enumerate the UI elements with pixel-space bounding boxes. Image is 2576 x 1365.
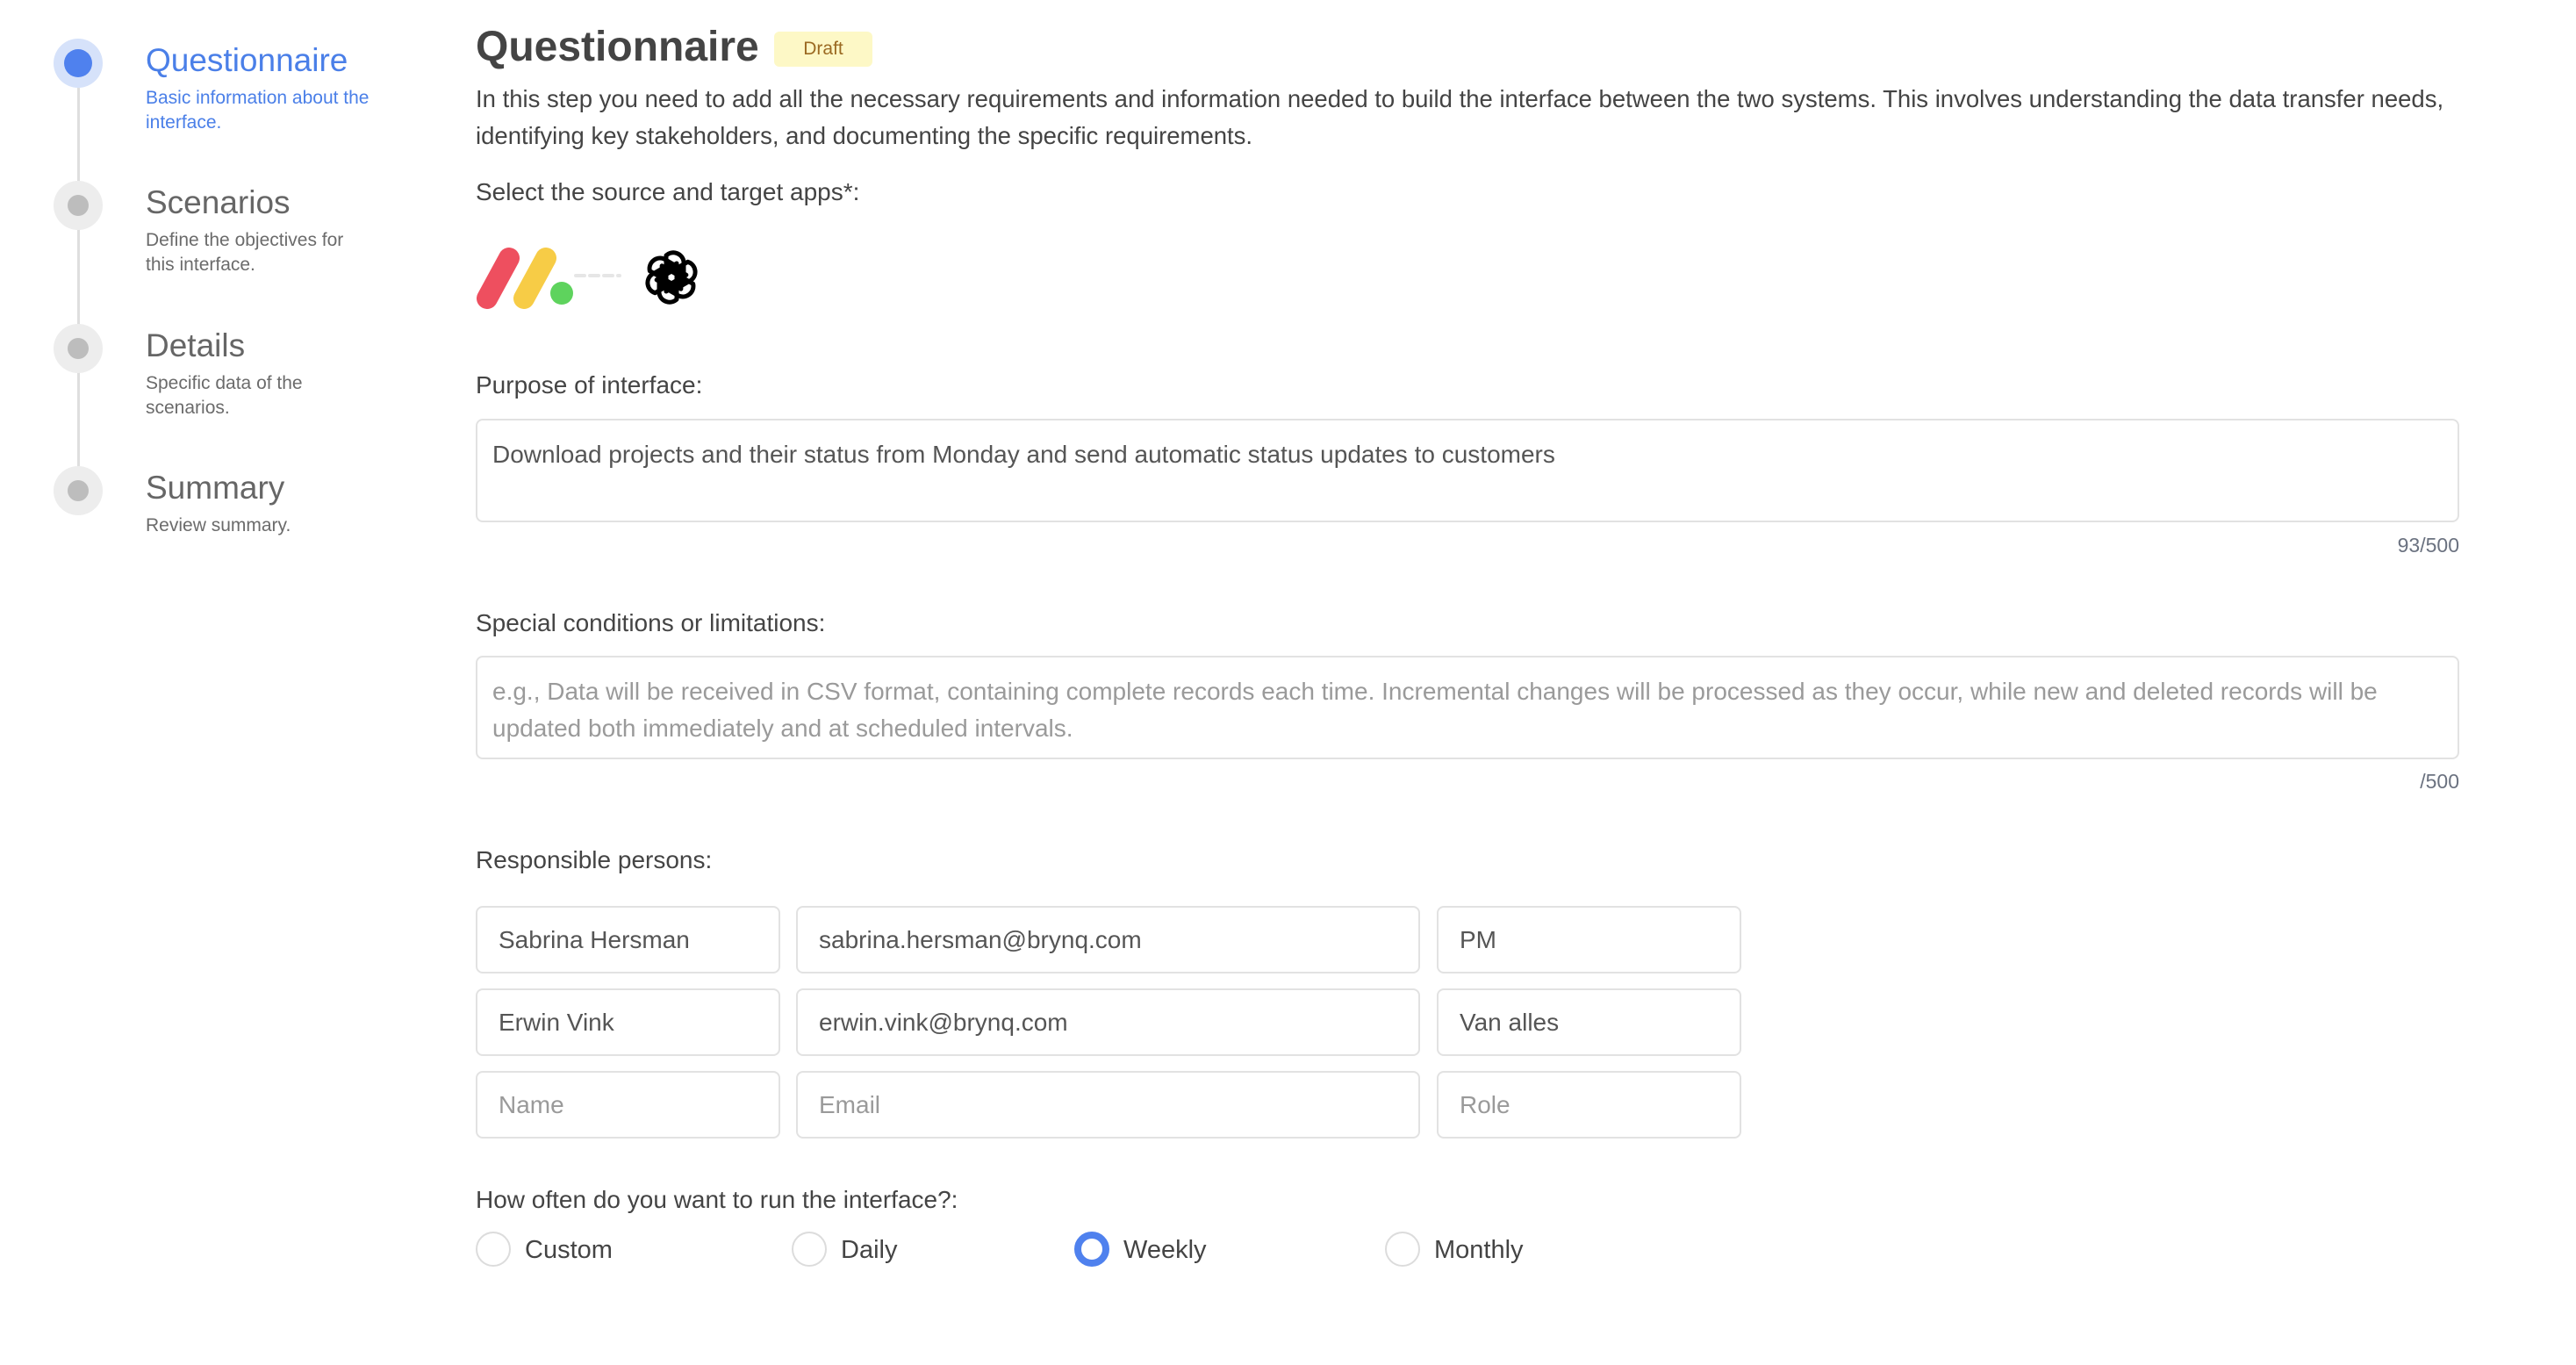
step-subtitle: Basic information about the interface.: [146, 88, 370, 133]
step-title: Summary: [146, 470, 285, 506]
purpose-label: Purpose of interface:: [476, 371, 703, 399]
new-person-role-input[interactable]: Role: [1437, 1071, 1741, 1139]
new-person-name-input[interactable]: Name: [476, 1071, 780, 1139]
step-scenarios[interactable]: Scenarios Define the objectives for this…: [54, 181, 422, 277]
apps-label: Select the source and target apps*:: [476, 178, 860, 205]
monday-logo-yellow-stroke: [513, 248, 556, 309]
person-role-input[interactable]: PM: [1437, 906, 1741, 973]
step-subtitle: Specific data of the scenarios.: [146, 373, 303, 418]
monday-logo-red-stroke: [477, 248, 520, 309]
step-questionnaire[interactable]: Questionnaire Basic information about th…: [54, 39, 422, 135]
frequency-label: How often do you want to run the interfa…: [476, 1186, 958, 1213]
radio-unchecked-icon[interactable]: [476, 1232, 511, 1267]
stepper-connector: [77, 88, 80, 509]
step-dot-icon: [54, 181, 103, 230]
step-dot-icon: [54, 466, 103, 515]
radio-unchecked-icon[interactable]: [792, 1232, 827, 1267]
person-role-input[interactable]: Van alles: [1437, 988, 1741, 1056]
radio-label: Weekly: [1123, 1236, 1207, 1264]
radio-checked-icon[interactable]: [1074, 1232, 1109, 1267]
connector-dashed-line: [574, 274, 621, 277]
conditions-textarea[interactable]: e.g., Data will be received in CSV forma…: [476, 656, 2459, 759]
step-summary[interactable]: Summary Review summary.: [54, 466, 422, 563]
radio-label: Custom: [525, 1236, 613, 1264]
step-title: Scenarios: [146, 184, 291, 220]
monday-logo-green-dot: [550, 282, 573, 305]
app-selector[interactable]: [476, 246, 713, 309]
radio-label: Daily: [841, 1236, 898, 1264]
radio-unchecked-icon[interactable]: [1385, 1232, 1420, 1267]
person-email-input[interactable]: erwin.vink@brynq.com: [796, 988, 1420, 1056]
page-description: In this step you need to add all the nec…: [476, 85, 2444, 149]
person-name-input[interactable]: Sabrina Hersman: [476, 906, 780, 973]
new-person-email-input[interactable]: Email: [796, 1071, 1420, 1139]
responsible-persons-label: Responsible persons:: [476, 846, 713, 873]
person-email-input[interactable]: sabrina.hersman@brynq.com: [796, 906, 1420, 973]
step-title: Questionnaire: [146, 42, 348, 78]
step-active-dot-icon: [54, 39, 103, 88]
step-title: Details: [146, 327, 246, 363]
openai-logo-icon[interactable]: [639, 245, 704, 310]
monday-logo-icon[interactable]: [476, 246, 577, 309]
conditions-label: Special conditions or limitations:: [476, 609, 826, 636]
step-subtitle: Define the objectives for this interface…: [146, 230, 344, 275]
radio-label: Monthly: [1434, 1236, 1524, 1264]
purpose-char-counter: 93/500: [2397, 534, 2459, 557]
person-name-input[interactable]: Erwin Vink: [476, 988, 780, 1056]
page-title: Questionnaire: [476, 24, 759, 70]
status-badge: Draft: [774, 32, 872, 67]
stepper: Questionnaire Basic information about th…: [0, 0, 439, 614]
step-details[interactable]: Details Specific data of the scenarios.: [54, 324, 422, 420]
step-subtitle: Review summary.: [146, 515, 291, 535]
purpose-textarea[interactable]: Download projects and their status from …: [476, 419, 2459, 522]
conditions-char-counter: /500: [2420, 770, 2459, 793]
step-dot-icon: [54, 324, 103, 373]
